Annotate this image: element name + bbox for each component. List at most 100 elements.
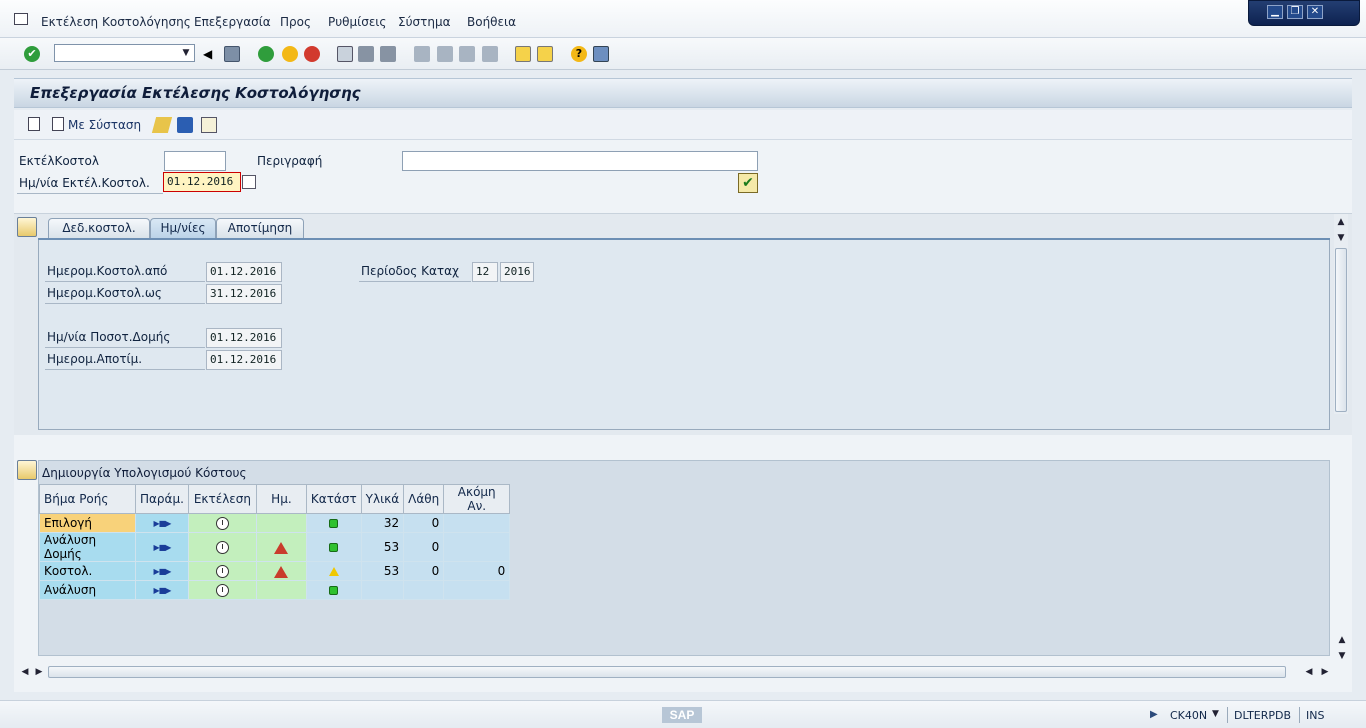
first-page-icon[interactable] [414, 46, 430, 62]
scroll-thumb[interactable] [1335, 248, 1347, 412]
table-row: Ανάλυση Δομής ▶■▶ 53 0 [39, 532, 511, 562]
parameters-icon[interactable]: ▶■▶ [153, 543, 172, 553]
prev-page-icon[interactable] [437, 46, 453, 62]
status-green-icon [329, 519, 339, 528]
col-step[interactable]: Βήμα Ροής [39, 484, 136, 514]
menu-settings[interactable]: Ρυθμίσεις [328, 15, 386, 29]
title-bar: Επεξεργασία Εκτέλεσης Κοστολόγησης [14, 78, 1352, 108]
save-icon[interactable] [224, 46, 240, 62]
step-name[interactable]: Ανάλυση [39, 580, 136, 600]
create-with-reference-icon[interactable] [52, 117, 64, 131]
scroll-left-icon[interactable]: ◀ [1302, 666, 1316, 678]
parameters-icon[interactable]: ▶■▶ [153, 519, 172, 529]
col-parameters[interactable]: Παράμ. [135, 484, 189, 514]
col-errors[interactable]: Λάθη [403, 484, 445, 514]
costing-run-field[interactable] [164, 151, 226, 171]
next-page-icon[interactable] [459, 46, 475, 62]
costing-run-label: ΕκτέλΚοστολ [19, 154, 99, 168]
valuation-date-field[interactable]: 01.12.2016 [206, 350, 282, 370]
col-log[interactable]: Ημ. [255, 484, 307, 514]
col-execute[interactable]: Εκτέλεση [187, 484, 257, 514]
restore-icon[interactable]: ❐ [1287, 5, 1303, 19]
minimize-icon[interactable]: ▁ [1267, 5, 1283, 19]
exit-icon[interactable] [282, 46, 298, 62]
check-icon[interactable]: ✔ [738, 173, 758, 193]
command-field[interactable] [54, 44, 195, 62]
close-icon[interactable]: ✕ [1307, 5, 1323, 19]
collapse-section-icon[interactable] [17, 460, 37, 480]
col-status[interactable]: Κατάστ [305, 484, 362, 514]
qty-structure-date-field[interactable]: 01.12.2016 [206, 328, 282, 348]
create-with-reference-button[interactable]: Με Σύσταση [68, 118, 141, 132]
description-label: Περιγραφή [257, 154, 323, 168]
horizontal-scroll-thumb[interactable] [48, 666, 1286, 678]
table-row: Ανάλυση ▶■▶ [39, 580, 511, 600]
display-log-icon[interactable] [201, 117, 217, 133]
tab-costing-data[interactable]: Δεδ.κοστολ. [48, 218, 150, 238]
insert-mode[interactable]: INS [1306, 709, 1324, 722]
layout-icon[interactable] [593, 46, 609, 62]
parameters-icon[interactable]: ▶■▶ [153, 586, 172, 596]
step-name[interactable]: Κοστολ. [39, 561, 136, 581]
find-next-icon[interactable] [380, 46, 396, 62]
description-field[interactable] [402, 151, 758, 171]
change-icon[interactable] [151, 117, 173, 133]
more-count: 0 [443, 561, 511, 581]
costing-from-label: Ημερομ.Κοστολ.από [47, 264, 168, 278]
execute-icon[interactable] [215, 584, 229, 597]
new-session-icon[interactable] [515, 46, 531, 62]
sap-logo: SAP [662, 707, 702, 723]
menu-system[interactable]: Σύστημα [398, 15, 451, 29]
chevron-down-icon[interactable]: ▼ [178, 45, 194, 61]
execute-icon[interactable] [215, 541, 229, 554]
parameters-icon[interactable]: ▶■▶ [153, 567, 172, 577]
last-page-icon[interactable] [482, 46, 498, 62]
horizontal-scrollbar[interactable]: ◀ ▶ ◀ ▶ [14, 664, 1352, 680]
scroll-right-icon[interactable]: ▶ [1318, 666, 1332, 678]
find-icon[interactable] [358, 46, 374, 62]
execute-icon[interactable] [215, 517, 229, 530]
status-expand-icon[interactable]: ▶ [1150, 709, 1158, 720]
table-row: Κοστολ. ▶■▶ 53 0 0 [39, 561, 511, 581]
scroll-left-icon[interactable]: ◀ [18, 666, 32, 678]
costing-run-date-field[interactable]: 01.12.2016 [163, 172, 241, 192]
chevron-down-icon[interactable]: ▼ [1212, 709, 1219, 719]
menu-help[interactable]: Βοήθεια [467, 15, 516, 29]
menu-edit[interactable]: Επεξεργασία [194, 15, 271, 29]
costing-from-field[interactable]: 01.12.2016 [206, 262, 282, 282]
shortcut-icon[interactable] [537, 46, 553, 62]
help-icon[interactable]: ? [571, 46, 587, 62]
system-menu-icon[interactable] [14, 13, 28, 25]
scroll-down-icon[interactable]: ▼ [1334, 232, 1348, 244]
posting-period-label: Περίοδος Καταχ [361, 264, 459, 278]
create-icon[interactable] [28, 117, 40, 131]
posting-period-field[interactable]: 12 [472, 262, 498, 282]
back-green-icon[interactable] [258, 46, 274, 62]
collapse-header-icon[interactable] [17, 217, 37, 237]
scroll-up-icon[interactable]: ▲ [1334, 216, 1348, 228]
calendar-help-icon[interactable] [242, 175, 256, 189]
scroll-down-icon[interactable]: ▼ [1335, 650, 1349, 662]
log-icon[interactable] [274, 541, 289, 554]
log-icon[interactable] [274, 565, 289, 578]
tab-valuation[interactable]: Αποτίμηση [216, 218, 304, 238]
step-name[interactable]: Επιλογή [39, 513, 136, 533]
menu-costing-run[interactable]: Εκτέλεση Κοστολόγησης [41, 15, 191, 29]
scroll-up-icon[interactable]: ▲ [1335, 634, 1349, 646]
posting-year-field[interactable]: 2016 [500, 262, 534, 282]
execute-icon[interactable] [215, 565, 229, 578]
step-name[interactable]: Ανάλυση Δομής [39, 532, 136, 562]
print-icon[interactable] [337, 46, 353, 62]
menu-goto[interactable]: Προς [280, 15, 311, 29]
vertical-scrollbar[interactable]: ▲ ▼ [1334, 214, 1348, 414]
back-arrow-icon[interactable]: ◀ [203, 46, 219, 62]
cancel-icon[interactable] [304, 46, 320, 62]
col-more[interactable]: Ακόμη Αν. [443, 484, 511, 514]
tab-dates[interactable]: Ημ/νίες [150, 218, 216, 238]
enter-icon[interactable]: ✔ [24, 46, 40, 62]
scroll-right-icon[interactable]: ▶ [32, 666, 46, 678]
more-count [443, 532, 511, 562]
refresh-icon[interactable] [177, 117, 193, 133]
col-materials[interactable]: Υλικά [360, 484, 405, 514]
costing-to-field[interactable]: 31.12.2016 [206, 284, 282, 304]
